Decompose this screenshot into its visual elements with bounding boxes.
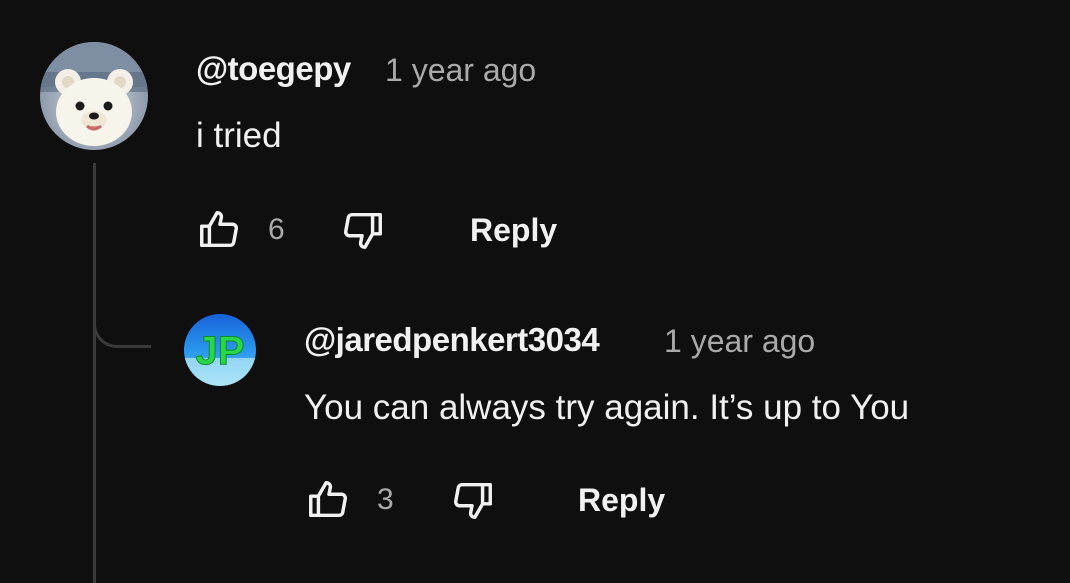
comment-timestamp[interactable]: 1 year ago <box>385 52 536 89</box>
reply-button[interactable]: Reply <box>578 482 665 519</box>
jp-monogram-icon: JP <box>184 329 256 386</box>
reply-thread-line <box>93 163 96 583</box>
comment-author[interactable]: @jaredpenkert3034 <box>304 321 600 359</box>
comment-timestamp[interactable]: 1 year ago <box>664 323 815 360</box>
teddy-bear-icon <box>40 42 148 146</box>
like-count: 6 <box>268 213 285 246</box>
comment-text: i tried <box>196 116 282 155</box>
like-icon[interactable] <box>196 207 242 253</box>
reply-thread-connector <box>93 300 151 348</box>
avatar[interactable] <box>40 42 148 150</box>
avatar[interactable]: JP <box>184 314 256 386</box>
svg-text:JP: JP <box>196 329 245 373</box>
like-count: 3 <box>377 483 394 516</box>
dislike-icon[interactable] <box>340 207 386 253</box>
comment-author[interactable]: @toegepy <box>196 50 351 88</box>
comment-text: You can always try again. It’s up to You <box>304 388 910 427</box>
reply-button[interactable]: Reply <box>470 212 557 249</box>
like-icon[interactable] <box>305 477 351 523</box>
dislike-icon[interactable] <box>450 477 496 523</box>
